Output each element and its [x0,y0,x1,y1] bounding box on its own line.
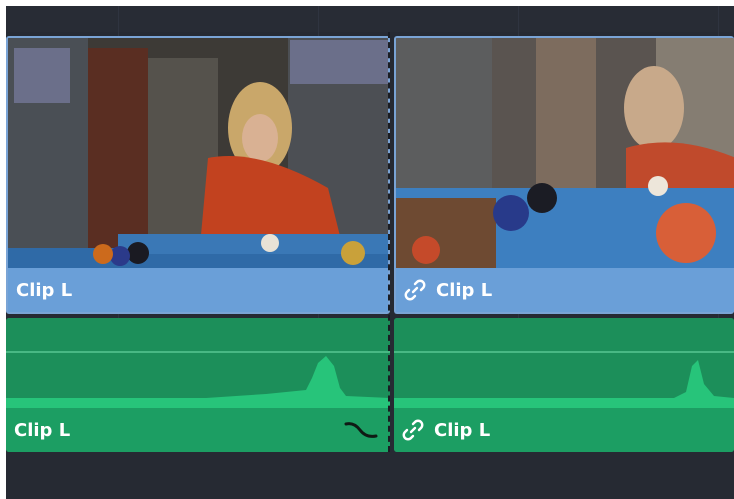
edit-point-marker[interactable] [388,32,390,452]
timeline-ruler[interactable] [6,6,734,32]
clip-title-bar: Clip L [6,408,390,452]
audio-waveform [394,318,734,408]
clip-title-bar: Clip L [8,268,388,312]
timeline-panel: Clip L Clip L Clip L Clip L [6,6,734,499]
video-clip-1[interactable]: Clip L [6,36,390,314]
clip-title-bar: Clip L [394,408,734,452]
link-icon [402,419,424,441]
clip-thumbnail [8,38,388,268]
audio-clip-1[interactable]: Clip L [6,318,390,452]
clip-label: Clip L [14,419,71,441]
clip-title-bar: Clip L [396,268,734,312]
audio-waveform [6,318,390,408]
audio-clip-2[interactable]: Clip L [394,318,734,452]
clip-label: Clip L [16,279,73,301]
clip-thumbnail [396,38,734,268]
empty-track[interactable] [6,452,734,499]
link-icon [404,279,426,301]
clip-label: Clip L [436,279,493,301]
transition-curve-icon[interactable] [344,418,378,447]
video-clip-2[interactable]: Clip L [394,36,734,314]
clip-label: Clip L [434,419,491,441]
